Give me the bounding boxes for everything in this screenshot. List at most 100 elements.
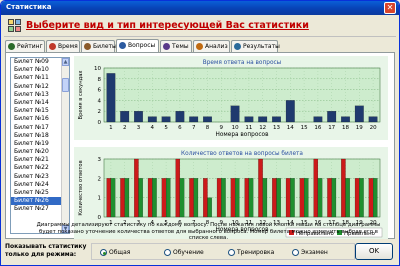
bar-Правильно-q1[interactable] <box>110 178 116 218</box>
bar-Неправильно-q4[interactable] <box>147 178 153 218</box>
tab-results[interactable]: Результаты <box>231 40 280 52</box>
bar-Правильно-q7[interactable] <box>193 178 199 218</box>
bar-time-q18[interactable] <box>341 116 350 123</box>
bar-Неправильно-q7[interactable] <box>189 178 194 218</box>
bar-Правильно-q5[interactable] <box>165 178 171 218</box>
bar-Неправильно-q8[interactable] <box>203 178 208 218</box>
y-tick-label: 2 <box>98 109 102 115</box>
bar-time-q5[interactable] <box>161 116 171 123</box>
mode-radio-1[interactable]: Общая <box>100 249 130 256</box>
ticket-list[interactable]: Билет №09 Билет №10 Билет №11 Билет №12 Биле… <box>10 57 70 234</box>
bar-Неправильно-q19[interactable] <box>354 178 360 218</box>
bar-Неправильно-q12[interactable] <box>258 158 263 218</box>
y-tick-label: 4 <box>98 98 102 104</box>
bar-Неправильно-q16[interactable] <box>313 158 318 218</box>
bar-time-q3[interactable] <box>134 111 143 123</box>
bar-Правильно-q8[interactable] <box>207 197 212 218</box>
bar-Неправильно-q11[interactable] <box>244 178 249 218</box>
response-time-chart[interactable]: Время ответа на вопросы02468101 2 3 4 5 6 7 8 9 1… <box>74 56 388 140</box>
bar-Правильно-q15[interactable] <box>304 178 309 218</box>
bar-Правильно-q3[interactable] <box>138 178 143 218</box>
bar-Неправильно-q10[interactable] <box>230 178 236 218</box>
y-tick-label: 10 <box>94 66 101 72</box>
mode-radio-3[interactable]: Тренировка <box>228 249 274 256</box>
radio-circle[interactable] <box>292 249 299 256</box>
bar-Неправильно-q9[interactable] <box>216 178 222 218</box>
tab-question[interactable]: Вопросы <box>116 39 159 52</box>
bar-Правильно-q11[interactable] <box>248 178 254 218</box>
bar-Правильно-q16[interactable] <box>317 178 323 218</box>
bar-time-q1[interactable] <box>106 73 116 123</box>
bar-Правильно-q4[interactable] <box>152 178 157 218</box>
bar-time-q20[interactable] <box>368 116 378 123</box>
bar-Правильно-q10[interactable] <box>235 178 240 218</box>
bar-Правильно-q18[interactable] <box>345 178 350 218</box>
tab-label: Темы <box>172 43 189 50</box>
tab-tickets[interactable]: Билеты <box>81 40 117 52</box>
bar-Неправильно-q5[interactable] <box>161 178 167 218</box>
bar-Неправильно-q6[interactable] <box>175 158 181 218</box>
tab-label: Результаты <box>243 43 280 50</box>
tab-bar: Рейтинг Время Билеты Вопросы Темы Анализ Резул… <box>5 39 395 52</box>
radio-circle[interactable] <box>164 249 171 256</box>
plot-area <box>103 67 381 123</box>
bar-Неправильно-q17[interactable] <box>327 178 332 218</box>
y-tick-label: 3 <box>98 157 102 163</box>
bar-Неправильно-q1[interactable] <box>106 178 112 218</box>
bar-Неправильно-q14[interactable] <box>285 178 291 218</box>
bar-time-q13[interactable] <box>272 116 281 123</box>
bar-Неправильно-q3[interactable] <box>134 158 139 218</box>
mode-filter-label-text: Показывать статистику только для режима: <box>5 243 87 258</box>
ticket-list-scrollbar[interactable]: ▲ ▼ <box>61 58 69 233</box>
bar-Неправильно-q15[interactable] <box>299 178 305 218</box>
ok-button[interactable]: OK <box>355 243 393 260</box>
bar-time-q6[interactable] <box>175 111 185 123</box>
mode-radio-4[interactable]: Экзамен <box>292 249 328 256</box>
title-bar[interactable]: Статистика ✕ <box>1 1 399 15</box>
tab-label: Время <box>58 43 78 50</box>
radio-label: Обучение <box>173 249 204 256</box>
y-axis-label: Время в секундах <box>78 71 84 120</box>
close-icon: ✕ <box>386 3 394 12</box>
bar-Неправильно-q13[interactable] <box>272 178 277 218</box>
bar-time-q2[interactable] <box>120 111 130 123</box>
bar-Неправильно-q18[interactable] <box>341 158 346 218</box>
bar-Неправильно-q2[interactable] <box>120 178 125 218</box>
bar-Правильно-q12[interactable] <box>262 178 268 218</box>
bar-time-q7[interactable] <box>189 116 199 123</box>
bar-Правильно-q17[interactable] <box>331 178 337 218</box>
bar-time-q16[interactable] <box>313 116 323 123</box>
bar-Правильно-q2[interactable] <box>124 178 130 218</box>
bar-time-q19[interactable] <box>354 105 364 123</box>
tab-label: Рейтинг <box>17 43 43 50</box>
bar-Правильно-q6[interactable] <box>179 178 185 218</box>
bar-time-q10[interactable] <box>230 105 240 123</box>
scroll-thumb[interactable] <box>62 78 69 92</box>
bar-time-q4[interactable] <box>147 116 157 123</box>
radio-circle[interactable] <box>228 249 235 256</box>
tab-topics[interactable]: Темы <box>160 40 192 52</box>
bar-time-q12[interactable] <box>258 116 268 123</box>
close-button[interactable]: ✕ <box>384 2 396 14</box>
bar-Правильно-q20[interactable] <box>373 178 378 218</box>
tab-label: Билеты <box>93 43 117 50</box>
bar-Правильно-q19[interactable] <box>359 178 364 218</box>
bar-time-q8[interactable] <box>203 116 212 123</box>
bar-Правильно-q9[interactable] <box>221 178 226 218</box>
bar-time-q11[interactable] <box>244 116 254 123</box>
bar-time-q17[interactable] <box>327 111 337 123</box>
radio-circle[interactable] <box>100 249 107 256</box>
bar-Правильно-q14[interactable] <box>290 178 295 218</box>
tab-analysis[interactable]: Анализ <box>193 40 230 52</box>
tab-clock[interactable]: Время <box>46 40 80 52</box>
bar-Неправильно-q20[interactable] <box>368 178 374 218</box>
x-tick-label: 3 <box>137 125 141 131</box>
mode-radio-2[interactable]: Обучение <box>164 249 204 256</box>
question-icon <box>119 42 126 49</box>
x-tick-label: 2 <box>123 125 127 131</box>
scroll-up-button[interactable]: ▲ <box>62 58 69 66</box>
bar-Правильно-q13[interactable] <box>276 178 281 218</box>
x-tick-label: 16 <box>314 125 321 131</box>
tab-medal[interactable]: Рейтинг <box>5 40 45 52</box>
bar-time-q14[interactable] <box>285 100 295 123</box>
